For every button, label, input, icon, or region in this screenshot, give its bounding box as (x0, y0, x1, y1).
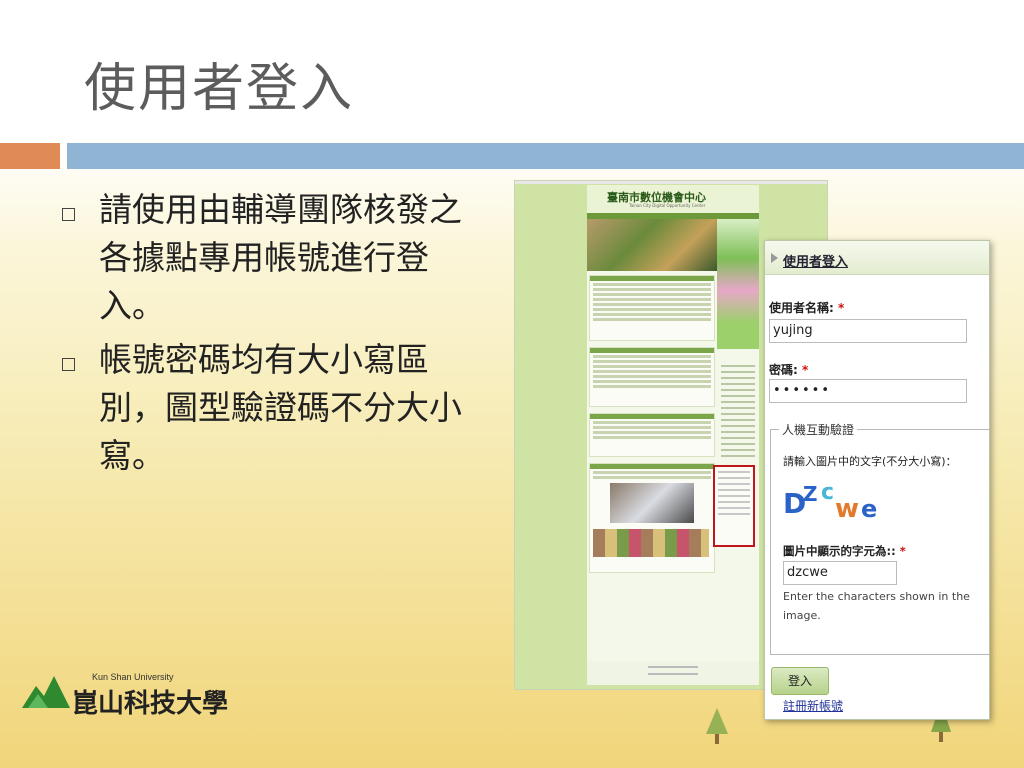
bullet-list: 請使用由輔導團隊核發之各據點專用帳號進行登入。 帳號密碼均有大小寫區別，圖型驗證… (62, 186, 482, 486)
website-list (589, 413, 715, 457)
svg-text:Z: Z (803, 482, 818, 506)
website-list (589, 347, 715, 407)
captcha-field-label: 圖片中顯示的字元為:: * (783, 544, 906, 558)
svg-text:w: w (835, 494, 859, 521)
bullet-text: 帳號密碼均有大小寫區別，圖型驗證碼不分大小寫。 (99, 340, 462, 475)
website-photo-grid (593, 529, 709, 557)
bullet-box-icon (62, 358, 75, 371)
username-input[interactable]: yujing (769, 319, 967, 343)
username-label: 使用者名稱: * (769, 301, 845, 315)
captcha-legend: 人機互動驗證 (779, 421, 858, 438)
captcha-note: Enter the characters shown in the image. (783, 590, 970, 622)
register-link[interactable]: 註冊新帳號 (783, 697, 843, 714)
login-panel: 使用者登入 使用者名稱: * yujing 密碼: * •••••• 人機互動驗… (764, 240, 990, 720)
website-footer (587, 661, 759, 685)
captcha-image: D Z c w e (783, 480, 877, 521)
bullet-box-icon (62, 208, 75, 221)
website-banner (587, 219, 717, 271)
svg-text:e: e (861, 495, 877, 521)
svg-text:c: c (821, 480, 834, 505)
website-login-highlight (713, 465, 755, 547)
website-list (589, 275, 715, 341)
password-input[interactable]: •••••• (769, 379, 967, 403)
bullet-item: 帳號密碼均有大小寫區別，圖型驗證碼不分大小寫。 (62, 336, 482, 480)
captcha-input[interactable]: dzcwe (783, 561, 897, 585)
tree-icon (706, 708, 728, 744)
university-logo: Kun Shan University 崑山科技大學 (18, 656, 248, 722)
website-header: 臺南市數位機會中心 Tainan City Digital Opportunit… (587, 185, 759, 213)
bullet-item: 請使用由輔導團隊核發之各據點專用帳號進行登入。 (62, 186, 482, 330)
logo-english: Kun Shan University (92, 672, 174, 682)
bullet-text: 請使用由輔導團隊核發之各據點專用帳號進行登入。 (99, 190, 462, 325)
login-panel-header: 使用者登入 (765, 241, 989, 275)
captcha-hint: 請輸入圖片中的文字(不分大小寫)： (783, 455, 957, 468)
accent-band-blue (67, 143, 1024, 169)
browser-strip (515, 181, 827, 184)
website-page: 臺南市數位機會中心 Tainan City Digital Opportunit… (587, 185, 759, 685)
login-panel-title[interactable]: 使用者登入 (783, 251, 848, 270)
slide-title: 使用者登入 (84, 59, 355, 119)
logo-chinese: 崑山科技大學 (72, 689, 228, 719)
password-label: 密碼: * (769, 363, 809, 377)
accent-band-orange (0, 143, 60, 169)
login-button[interactable]: 登入 (771, 667, 829, 695)
website-subtitle: Tainan City Digital Opportunity Center (629, 203, 706, 208)
website-ad (717, 219, 759, 349)
triangle-right-icon (771, 253, 778, 263)
